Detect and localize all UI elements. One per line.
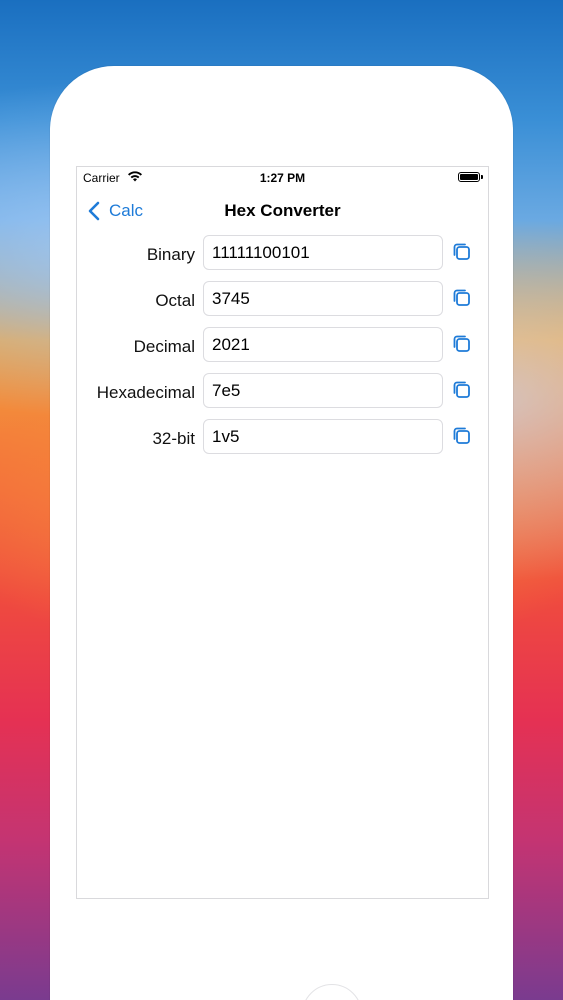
32-bit-input[interactable] — [203, 419, 443, 454]
octal-label: Octal — [155, 291, 195, 310]
status-bar: Carrier 1:27 PM — [77, 167, 488, 189]
hexadecimal-label: Hexadecimal — [96, 383, 195, 402]
decimal-input[interactable] — [203, 327, 443, 362]
home-button[interactable] — [302, 984, 362, 1000]
status-time: 1:27 PM — [259, 171, 306, 185]
page-title: Hex Converter — [224, 201, 341, 220]
binary-label: Binary — [146, 245, 195, 264]
octal-input[interactable] — [203, 281, 443, 316]
row-octal: Octal — [77, 281, 488, 327]
copy-hexadecimal-icon[interactable] — [451, 379, 473, 401]
row-decimal: Decimal — [77, 327, 488, 373]
copy-octal-icon[interactable] — [451, 287, 473, 309]
hexadecimal-input[interactable] — [203, 373, 443, 408]
copy-binary-icon[interactable] — [451, 241, 473, 263]
binary-input[interactable] — [203, 235, 443, 270]
navigation-bar: Calc Hex Converter — [77, 189, 488, 233]
conversion-list: Binary Octal Decimal Hexadecimal — [77, 235, 488, 465]
app-screen: Carrier 1:27 PM Calc Hex Converter Binar… — [76, 166, 489, 899]
copy-32-bit-icon[interactable] — [451, 425, 473, 447]
copy-decimal-icon[interactable] — [451, 333, 473, 355]
row-32-bit: 32-bit — [77, 419, 488, 465]
decimal-label: Decimal — [133, 337, 195, 356]
battery-nub — [481, 175, 483, 179]
row-binary: Binary — [77, 235, 488, 281]
32-bit-label: 32-bit — [152, 429, 195, 448]
battery-icon — [458, 172, 480, 182]
row-hexadecimal: Hexadecimal — [77, 373, 488, 419]
